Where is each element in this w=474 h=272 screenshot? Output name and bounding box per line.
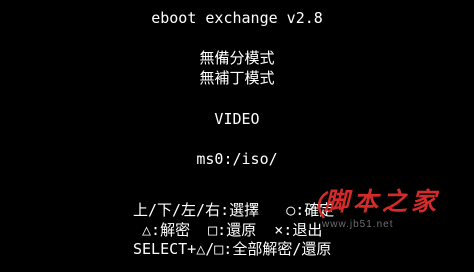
watermark: 脚本之家 www.jb51.net [314, 188, 464, 234]
watermark-brand: 脚本之家 [324, 187, 441, 216]
help-line-navigation: 上/下/左/右:選擇 ○:確定 [133, 201, 335, 219]
help-line-actions: △:解密 □:還原 ×:退出 [133, 221, 323, 239]
menu-item-iso-path[interactable]: ms0:/iso/ [0, 150, 474, 168]
app-title: eboot exchange v2.8 [151, 9, 323, 27]
help-line-batch: SELECT+△/□:全部解密/還原 [133, 240, 332, 258]
menu-item-no-patch-mode[interactable]: 無補丁模式 [0, 69, 474, 87]
watermark-url: www.jb51.net [322, 219, 394, 230]
menu-item-no-backup-mode[interactable]: 無備分模式 [0, 49, 474, 67]
menu-item-video[interactable]: VIDEO [0, 110, 474, 128]
